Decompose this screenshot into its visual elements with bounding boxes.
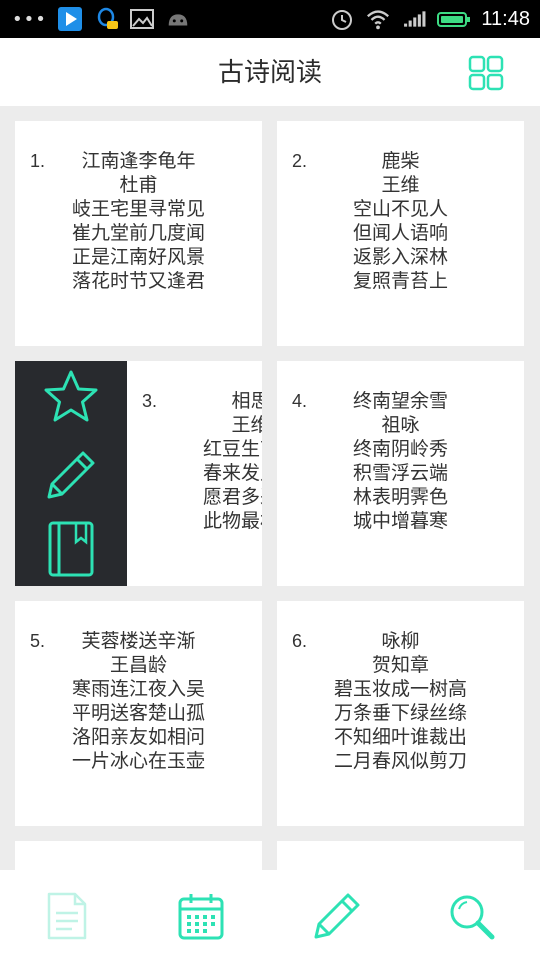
poem-line: 碧玉妆成一树高	[333, 678, 467, 700]
nav-calendar[interactable]	[175, 890, 227, 942]
poem-card-4[interactable]: 4. 终南望余雪 祖咏 终南阴岭秀 积雪浮云端 林表明霁色 城中增暮寒	[277, 361, 524, 586]
poem-author: 祖咏	[381, 414, 420, 436]
status-right: 11:48	[329, 6, 530, 32]
alarm-icon	[329, 6, 355, 32]
poem-author: 王维	[381, 174, 420, 196]
edit-button[interactable]	[41, 445, 101, 505]
book-icon	[48, 521, 94, 577]
signal-icon	[401, 6, 427, 32]
poem-text: 终南望余雪 祖咏 终南阴岭秀 积雪浮云端 林表明霁色 城中增暮寒	[277, 389, 524, 533]
poem-line: 不知细叶谁裁出	[333, 726, 467, 748]
poem-line: 寒雨连江夜入吴	[71, 678, 205, 700]
image-icon	[129, 6, 155, 32]
grid-view-icon	[468, 55, 504, 91]
poem-line: 此物最相思	[202, 510, 262, 532]
poem-line: 返影入深林	[352, 246, 448, 268]
poem-title: 江南逢李龟年	[81, 150, 196, 172]
poem-title: 芙蓉楼送辛渐	[81, 630, 196, 652]
battery-icon	[437, 6, 471, 32]
poem-line: 红豆生南国	[202, 438, 262, 460]
qq-icon	[93, 6, 119, 32]
poem-text: 江南逢李龟年 杜甫 岐王宅里寻常见 崔九堂前几度闻 正是江南好风景 落花时节又逢…	[15, 149, 262, 293]
calendar-icon	[178, 894, 224, 940]
poem-title: 相思	[231, 390, 262, 412]
poem-card-1[interactable]: 1. 江南逢李龟年 杜甫 岐王宅里寻常见 崔九堂前几度闻 正是江南好风景 落花时…	[15, 121, 262, 346]
poem-author: 王维	[231, 414, 262, 436]
nav-documents[interactable]	[41, 890, 93, 942]
poem-card-2[interactable]: 2. 鹿柴 王维 空山不见人 但闻人语响 返影入深林 复照青苔上	[277, 121, 524, 346]
poem-line: 万条垂下绿丝绦	[333, 702, 467, 724]
grid-view-button[interactable]	[468, 55, 504, 91]
poem-line: 一片冰心在玉壶	[71, 750, 205, 772]
app-header: 古诗阅读	[0, 38, 540, 106]
poem-text: 鹿柴 王维 空山不见人 但闻人语响 返影入深林 复照青苔上	[277, 149, 524, 293]
poem-line: 林表明霁色	[352, 486, 448, 508]
poem-author: 杜甫	[119, 174, 158, 196]
poem-line: 洛阳亲友如相问	[71, 726, 205, 748]
poem-line: 城中增暮寒	[352, 510, 448, 532]
search-icon	[450, 895, 495, 940]
poem-text: 相思 王维 红豆生南国 春来发几枝 愿君多采撷 此物最相思	[127, 389, 262, 533]
poem-line: 正是江南好风景	[71, 246, 205, 268]
poem-line: 积雪浮云端	[352, 462, 448, 484]
poem-line: 春来发几枝	[202, 462, 262, 484]
poem-card-6[interactable]: 6. 咏柳 贺知章 碧玉妆成一树高 万条垂下绿丝绦 不知细叶谁裁出 二月春风似剪…	[277, 601, 524, 826]
more-dots-icon: •••	[12, 8, 47, 30]
play-store-icon	[57, 6, 83, 32]
page-title: 古诗阅读	[217, 58, 322, 88]
star-icon	[44, 370, 98, 422]
clock-time: 11:48	[481, 7, 530, 30]
poem-text: 芙蓉楼送辛渐 王昌龄 寒雨连江夜入吴 平明送客楚山孤 洛阳亲友如相问 一片冰心在…	[15, 629, 262, 773]
nav-search[interactable]	[445, 890, 497, 942]
poem-title: 咏柳	[381, 630, 420, 652]
poem-card-5[interactable]: 5. 芙蓉楼送辛渐 王昌龄 寒雨连江夜入吴 平明送客楚山孤 洛阳亲友如相问 一片…	[15, 601, 262, 826]
poem-line: 但闻人语响	[352, 222, 448, 244]
status-bar: ••• 11:48	[0, 0, 540, 38]
bottom-navigation	[0, 870, 540, 960]
wifi-icon	[365, 6, 391, 32]
poem-line: 复照青苔上	[352, 270, 448, 292]
android-icon	[165, 6, 191, 32]
pencil-icon	[47, 451, 95, 499]
pencil-icon	[314, 893, 360, 939]
notebook-button[interactable]	[41, 519, 101, 579]
document-icon	[47, 892, 87, 940]
poem-line: 二月春风似剪刀	[333, 750, 467, 772]
poem-line: 落花时节又逢君	[71, 270, 205, 292]
poem-line: 终南阴岭秀	[352, 438, 448, 460]
swipe-action-panel	[15, 361, 127, 586]
status-left: •••	[12, 6, 191, 32]
poem-line: 空山不见人	[352, 198, 448, 220]
poem-title: 终南望余雪	[352, 390, 448, 412]
nav-write[interactable]	[311, 890, 363, 942]
poem-title: 鹿柴	[381, 150, 420, 172]
poem-author: 王昌龄	[109, 654, 167, 676]
poem-line: 崔九堂前几度闻	[71, 222, 205, 244]
poem-text: 咏柳 贺知章 碧玉妆成一树高 万条垂下绿丝绦 不知细叶谁裁出 二月春风似剪刀	[277, 629, 524, 773]
poem-line: 岐王宅里寻常见	[71, 198, 205, 220]
poem-line: 愿君多采撷	[202, 486, 262, 508]
poem-line: 平明送客楚山孤	[71, 702, 205, 724]
favorite-button[interactable]	[41, 367, 101, 427]
poem-card-content: 3. 相思 王维 红豆生南国 春来发几枝 愿君多采撷 此物最相思	[127, 361, 262, 586]
poem-author: 贺知章	[371, 654, 429, 676]
